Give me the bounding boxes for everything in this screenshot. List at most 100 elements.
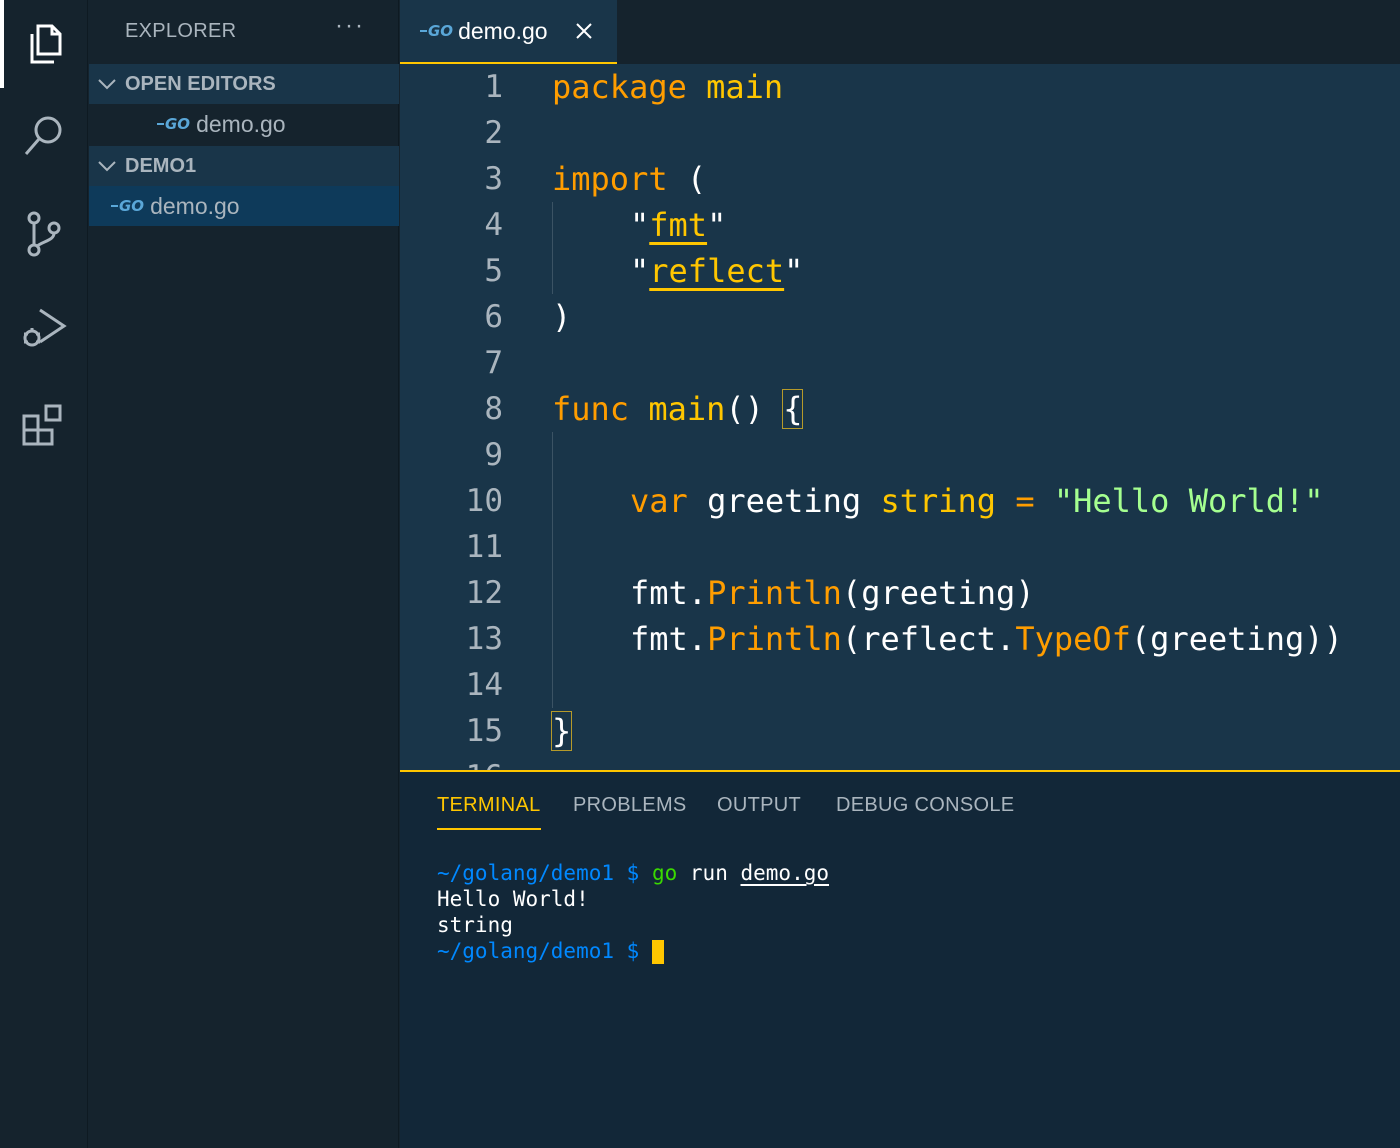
quote: " <box>630 206 650 244</box>
terminal-cursor <box>651 940 664 964</box>
code-line-1: package main <box>552 64 783 110</box>
method-call: TypeOf <box>1015 620 1131 658</box>
tab-problems[interactable]: PROBLEMS <box>573 794 687 817</box>
terminal-line: ~/golang/demo1 $ go run demo.go <box>437 860 829 886</box>
run-debug-icon[interactable] <box>0 284 88 372</box>
terminal-output-line: string <box>437 913 513 937</box>
code-editor[interactable]: 1 2 3 4 5 6 7 8 9 10 11 12 13 14 15 16 p… <box>400 64 1400 770</box>
code-line-4: "fmt" <box>630 202 726 248</box>
dot: . <box>687 620 708 658</box>
file-tree-item[interactable]: GO demo.go <box>89 186 399 226</box>
terminal-command: go <box>651 861 678 885</box>
line-number: 16 <box>403 754 503 770</box>
line-number: 14 <box>465 667 503 703</box>
line-number: 9 <box>484 437 503 473</box>
open-editors-section[interactable]: OPEN EDITORS <box>89 64 399 104</box>
terminal-output-line: Hello World! <box>437 887 589 911</box>
tab-output[interactable]: OUTPUT <box>717 794 801 817</box>
string-literal: "Hello World!" <box>1053 482 1324 520</box>
more-actions-button[interactable]: ··· <box>335 12 365 40</box>
arguments: (greeting)) <box>1130 620 1343 658</box>
go-file-icon: GO <box>111 197 144 215</box>
terminal-file-link[interactable]: demo.go <box>741 861 830 885</box>
tab-terminal[interactable]: TERMINAL <box>437 794 541 830</box>
tab-demo-go[interactable]: GO demo.go <box>400 0 617 64</box>
search-icon[interactable] <box>0 92 88 180</box>
package-name: main <box>706 68 784 106</box>
open-editors-label: OPEN EDITORS <box>125 72 276 95</box>
activity-bar <box>0 0 88 1148</box>
code-line-3: import ( <box>552 156 706 202</box>
code-line-5: "reflect" <box>630 248 803 294</box>
code-line-10: var greeting string = "Hello World!" <box>630 478 1324 524</box>
line-number: 13 <box>465 621 503 657</box>
paren: ( <box>667 160 707 198</box>
arguments: (reflect. <box>841 620 1016 658</box>
folder-section[interactable]: DEMO1 <box>89 146 399 186</box>
sidebar-title: EXPLORER <box>125 20 237 42</box>
source-control-icon[interactable] <box>0 190 88 278</box>
line-number: 1 <box>484 69 503 105</box>
line-number: 12 <box>465 575 503 611</box>
code-line-12: fmt.Println(greeting) <box>630 570 1035 616</box>
line-number: 5 <box>484 253 503 289</box>
keyword: var <box>630 482 688 520</box>
code-line-8: func main() { <box>552 386 804 432</box>
import-path: fmt <box>649 206 708 244</box>
parens: () <box>725 390 784 428</box>
function-name: main <box>648 390 726 428</box>
type-name: string <box>880 482 997 520</box>
code-line-15: } <box>550 708 573 754</box>
terminal[interactable]: ~/golang/demo1 $ go run demo.go Hello Wo… <box>437 860 829 964</box>
keyword: import <box>552 160 668 198</box>
code-line-6: ) <box>552 298 572 336</box>
tab-label: demo.go <box>458 17 548 44</box>
keyword: func <box>552 390 630 428</box>
method-call: Println <box>707 574 842 612</box>
open-editor-filename: demo.go <box>196 110 286 137</box>
tab-debug-console[interactable]: DEBUG CONSOLE <box>836 794 1014 817</box>
chevron-down-icon <box>89 64 125 104</box>
line-number: 6 <box>484 299 503 335</box>
close-icon[interactable] <box>574 21 594 41</box>
code-line-13: fmt.Println(reflect.TypeOf(greeting)) <box>630 616 1343 662</box>
go-file-icon: GO <box>157 115 190 133</box>
bottom-panel: TERMINAL PROBLEMS OUTPUT DEBUG CONSOLE ~… <box>400 770 1400 1148</box>
brace: } <box>550 711 573 751</box>
dot: . <box>687 574 708 612</box>
line-number: 3 <box>484 161 503 197</box>
terminal-prompt: ~/golang/demo1 $ <box>437 939 640 963</box>
open-editor-item[interactable]: GO demo.go <box>89 104 399 144</box>
line-number: 4 <box>484 207 503 243</box>
quote: " <box>630 252 650 290</box>
explorer-icon[interactable] <box>0 0 88 88</box>
line-number: 8 <box>484 391 503 427</box>
editor-tab-bar: GO demo.go <box>400 0 1400 64</box>
terminal-arg: run <box>689 861 728 885</box>
explorer-sidebar: EXPLORER ··· OPEN EDITORS GO demo.go DEM… <box>89 0 399 1148</box>
method-call: Println <box>707 620 842 658</box>
line-number-gutter: 1 2 3 4 5 6 7 8 9 10 11 12 13 14 15 16 <box>400 64 550 770</box>
terminal-line: ~/golang/demo1 $ <box>437 938 829 964</box>
line-number: 10 <box>465 483 503 519</box>
line-number: 7 <box>484 345 503 381</box>
go-file-icon: GO <box>420 22 453 40</box>
arguments: (greeting) <box>841 574 1035 612</box>
line-number: 11 <box>465 529 503 565</box>
file-tree-filename: demo.go <box>150 192 240 219</box>
folder-label: DEMO1 <box>125 154 197 177</box>
brace: { <box>782 389 804 429</box>
quote: " <box>707 206 727 244</box>
code-content[interactable]: package main import ( "fmt" "reflect" ) … <box>550 64 1400 770</box>
extensions-icon[interactable] <box>0 380 88 468</box>
quote: " <box>784 252 804 290</box>
sidebar-header: EXPLORER ··· <box>89 0 399 64</box>
operator: = <box>1015 482 1035 520</box>
identifier: greeting <box>707 482 862 520</box>
chevron-down-icon <box>89 146 125 186</box>
line-number: 15 <box>465 713 503 749</box>
import-path: reflect <box>649 252 785 290</box>
package-ref: fmt <box>630 574 688 612</box>
keyword: package <box>552 68 687 106</box>
terminal-prompt: ~/golang/demo1 $ <box>437 861 640 885</box>
